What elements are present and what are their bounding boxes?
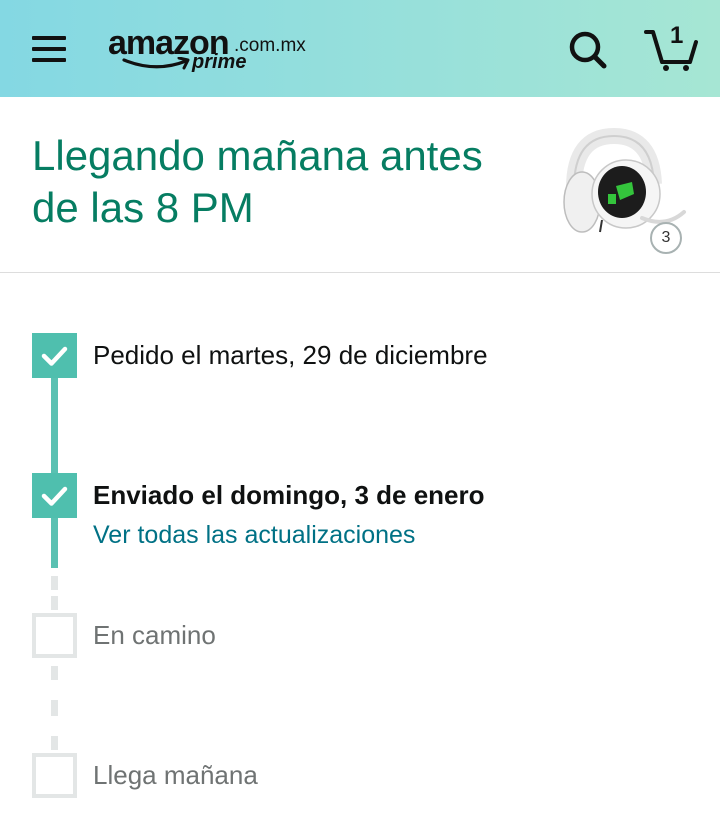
timeline-connector-pending [51,736,58,750]
checkmark-icon [41,486,68,506]
smile-arrow-icon [122,57,190,70]
step-shipped-label: Enviado el domingo, 3 de enero [93,480,485,510]
timeline-connector-complete [51,516,58,568]
step-ordered-checkbox [32,333,77,378]
timeline-connector-complete [51,376,58,476]
search-button[interactable] [566,28,610,72]
timeline-connector-pending [51,666,58,680]
menu-icon-bar [32,36,66,40]
step-shipped-checkbox [32,473,77,518]
timeline-connector-pending [51,700,58,716]
delivery-headline: Llegando mañana antes de las 8 PM [32,132,483,231]
section-divider [0,272,720,273]
checkmark-icon [41,346,68,366]
menu-button[interactable] [32,36,66,62]
view-all-updates-link[interactable]: Ver todas las actualizaciones [93,520,415,550]
amazon-prime-logo[interactable]: amazon .com.mx prime [108,26,328,78]
search-icon [569,31,607,69]
step-arrives-label: Llega mañana [93,760,258,790]
timeline-connector-pending [51,576,58,590]
app-header: amazon .com.mx prime 1 [0,0,720,97]
menu-icon-bar [32,47,66,51]
step-arrives-checkbox [32,753,77,798]
logo-prime: prime [192,51,247,73]
step-ordered-label: Pedido el martes, 29 de diciembre [93,340,488,370]
menu-icon-bar [32,58,66,62]
item-quantity-badge: 3 [650,222,682,254]
timeline-connector-pending [51,596,58,610]
cart-count: 1 [670,22,684,49]
step-in-transit-checkbox [32,613,77,658]
step-in-transit-label: En camino [93,620,216,650]
